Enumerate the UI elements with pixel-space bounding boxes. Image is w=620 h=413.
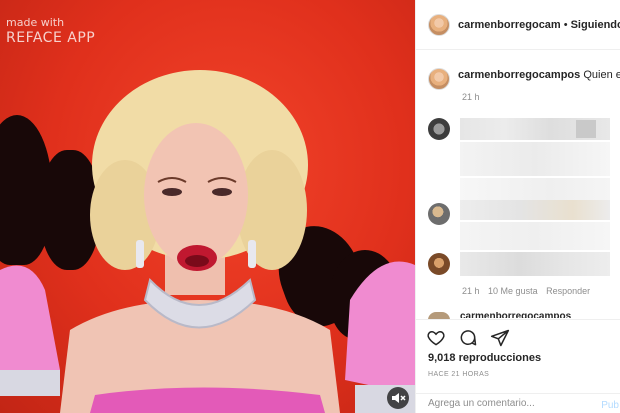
header-separator: •: [563, 18, 568, 31]
caption-avatar[interactable]: [428, 68, 450, 90]
blurred-comment: [460, 142, 610, 176]
action-bar: [416, 319, 620, 348]
comment-meta: 21 h 10 Me gusta Responder: [462, 286, 596, 296]
reply-button[interactable]: Responder: [546, 286, 590, 296]
comment-likes[interactable]: 10 Me gusta: [488, 286, 538, 296]
blurred-comment: [460, 252, 610, 276]
heart-icon[interactable]: [426, 328, 446, 348]
performer-figure: [0, 70, 415, 413]
header-username[interactable]: carmenborregocam: [458, 19, 561, 31]
reface-watermark: made with REFACE APP: [6, 16, 95, 47]
blurred-comment: [460, 222, 610, 250]
caption-timestamp[interactable]: 21 h: [462, 92, 480, 102]
comment-avatar[interactable]: [428, 203, 450, 225]
view-count[interactable]: 9,018 reproducciones: [428, 352, 541, 364]
comment-form: Pub: [416, 393, 620, 413]
caption-username[interactable]: carmenborregocampos: [458, 69, 580, 81]
partial-comment-username[interactable]: carmenborregocampos: [460, 312, 571, 318]
speaker-muted-icon: [392, 393, 406, 403]
mute-button[interactable]: [387, 387, 409, 409]
post-comment-button[interactable]: Pub: [601, 400, 619, 411]
share-icon[interactable]: [490, 328, 510, 348]
watermark-line2: REFACE APP: [6, 29, 96, 46]
comment-icon[interactable]: [458, 328, 478, 348]
caption-text: Quien es: [583, 69, 620, 81]
comment-input[interactable]: [428, 398, 588, 409]
post-age: HACE 21 HORAS: [428, 371, 490, 378]
blurred-comment: [460, 200, 610, 220]
post-side-panel: carmenborregocam • Siguiendo carmenborre…: [415, 0, 620, 413]
comment-timestamp[interactable]: 21 h: [462, 286, 480, 296]
post-caption: carmenborregocampos Quien es: [428, 68, 620, 90]
blurred-comment: [460, 178, 610, 200]
blurred-comment: [576, 120, 596, 138]
comment-avatar[interactable]: [428, 118, 450, 140]
following-button[interactable]: Siguiendo: [571, 19, 620, 31]
watermark-line1: made with: [6, 16, 65, 29]
avatar[interactable]: [428, 13, 450, 36]
comment-avatar[interactable]: [428, 253, 450, 275]
post-video[interactable]: made with REFACE APP: [0, 0, 415, 413]
post-header: carmenborregocam • Siguiendo: [416, 0, 620, 50]
